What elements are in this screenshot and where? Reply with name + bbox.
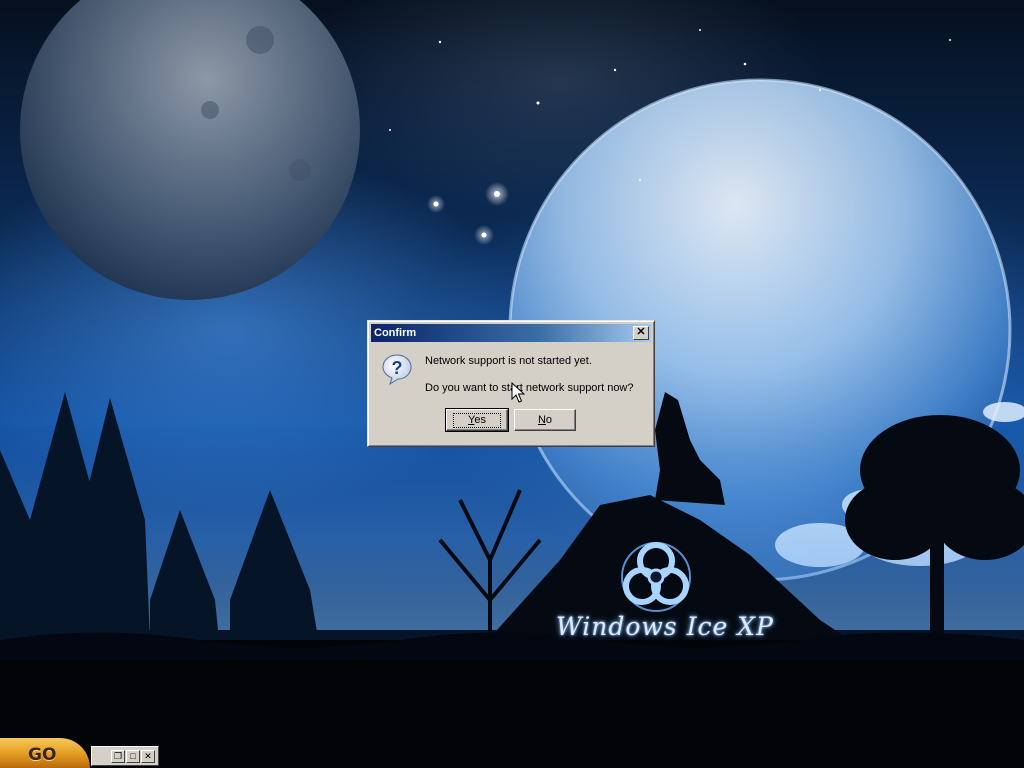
- mouse-cursor-icon: [511, 382, 525, 403]
- dialog-titlebar[interactable]: Confirm ✕: [371, 324, 651, 342]
- windows-ice-xp-logo-text: Windows Ice XP: [556, 612, 774, 641]
- restore-button[interactable]: ❐: [111, 749, 125, 763]
- svg-text:?: ?: [392, 358, 403, 378]
- go-start-button[interactable]: GO: [0, 738, 90, 768]
- close-icon: ✕: [144, 750, 152, 761]
- dialog-message-line2: Do you want to start network support now…: [425, 382, 634, 394]
- dialog-close-button[interactable]: ✕: [633, 326, 649, 340]
- yes-button[interactable]: Yes: [445, 408, 509, 432]
- no-button-label: No: [537, 414, 553, 426]
- left-moon: [20, 0, 360, 300]
- dialog-message-line1: Network support is not started yet.: [425, 355, 592, 367]
- dialog-title: Confirm: [374, 327, 417, 339]
- close-button[interactable]: ✕: [141, 749, 155, 763]
- yes-button-label: Yes: [453, 412, 501, 428]
- restore-icon: ❐: [113, 750, 123, 761]
- close-icon: ✕: [636, 326, 646, 338]
- maximize-button[interactable]: □: [126, 749, 140, 763]
- maximize-icon: □: [130, 750, 136, 761]
- taskbar-window-controls: ❐ □ ✕: [91, 746, 159, 766]
- no-button[interactable]: No: [514, 409, 576, 431]
- go-button-label: GO: [28, 745, 57, 765]
- question-icon: ?: [382, 354, 412, 385]
